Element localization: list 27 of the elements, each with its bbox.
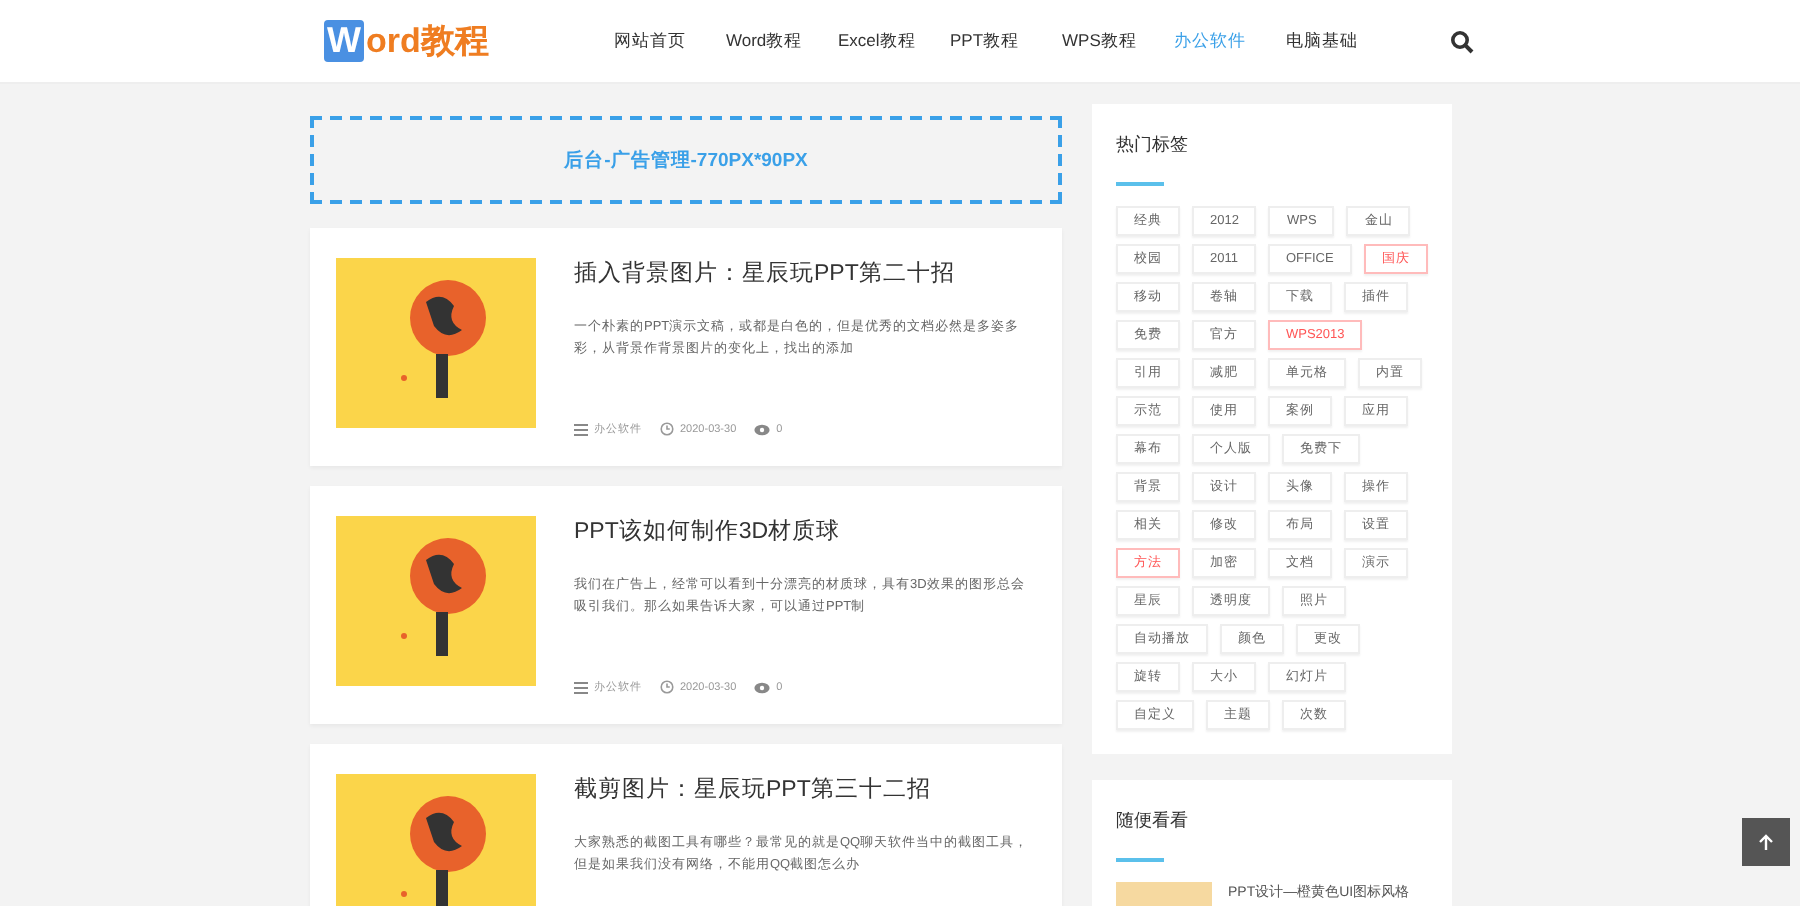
- section-title: 随便看看: [1116, 808, 1190, 834]
- article-title[interactable]: 截剪图片：星辰玩PPT第三十二招: [574, 774, 1036, 804]
- list-icon: [574, 681, 588, 693]
- logo-badge[interactable]: W: [324, 20, 364, 62]
- list-icon: [574, 423, 588, 435]
- up-arrow-icon: [1758, 834, 1774, 850]
- illustration-drawing[interactable]: [336, 516, 536, 686]
- article-title[interactable]: 插入背景图片：星辰玩PPT第二十招: [574, 258, 1036, 288]
- eye-icon: [754, 423, 771, 435]
- nav-link[interactable]: WPS教程: [1062, 29, 1174, 53]
- nav-link[interactable]: PPT教程: [950, 29, 1062, 53]
- nav-link[interactable]: 电脑基础: [1286, 29, 1398, 53]
- illustration-drawing[interactable]: [336, 258, 536, 428]
- article-title[interactable]: PPT该如何制作3D材质球: [574, 516, 1036, 546]
- illustration-drawing[interactable]: [336, 774, 536, 906]
- nav-link[interactable]: Excel教程: [838, 29, 950, 53]
- nav-link[interactable]: Word教程: [726, 29, 838, 53]
- clock-icon: [660, 680, 674, 694]
- thumbnail-placeholder[interactable]: [1116, 882, 1212, 906]
- eye-icon: [754, 681, 771, 693]
- title-underline: [1116, 858, 1164, 862]
- title-underline: [1116, 182, 1164, 186]
- clock-icon: [660, 422, 674, 436]
- search-icon[interactable]: [1450, 29, 1474, 53]
- section-title: 热门标签: [1116, 132, 1190, 158]
- nav-link[interactable]: 网站首页: [614, 29, 726, 53]
- back-to-top-button[interactable]: [1742, 818, 1790, 866]
